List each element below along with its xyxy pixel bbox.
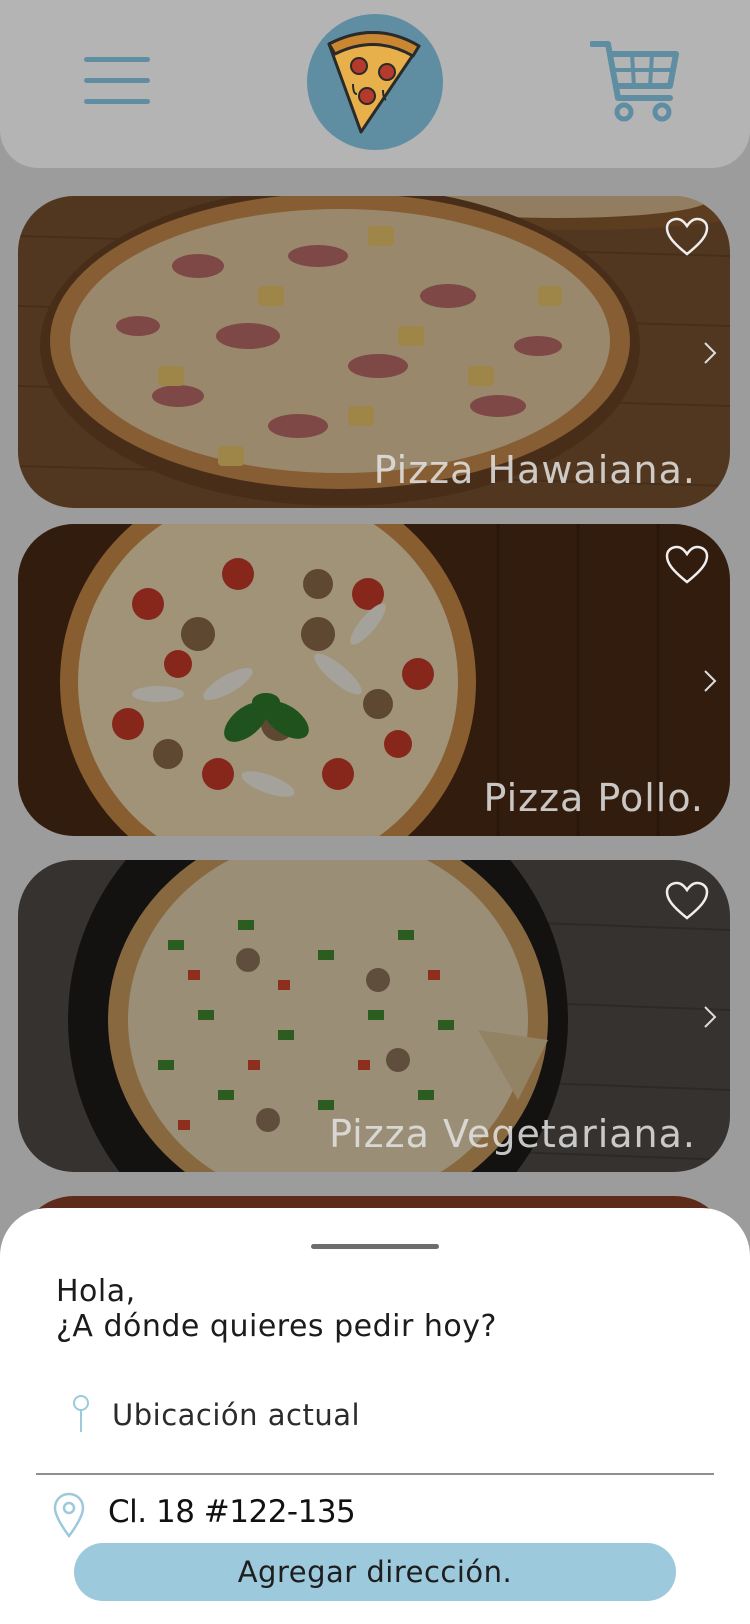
pizza-card-hawaiana[interactable]: Pizza Hawaiana.	[18, 196, 730, 508]
greeting-text: Hola, ¿A dónde quieres pedir hoy?	[56, 1274, 497, 1344]
pizza-slice-logo	[307, 14, 443, 150]
shopping-cart-icon[interactable]	[589, 38, 680, 124]
favorite-heart-icon[interactable]	[664, 880, 710, 922]
location-pin-icon	[73, 1395, 89, 1432]
map-marker-icon	[53, 1492, 85, 1538]
pizza-card-pollo[interactable]: Pizza Pollo.	[18, 524, 730, 836]
pizza-card-title: Pizza Vegetariana.	[329, 1112, 696, 1156]
divider	[36, 1473, 714, 1475]
app-header	[0, 0, 750, 168]
sheet-drag-handle[interactable]	[311, 1244, 439, 1249]
hamburger-menu-icon[interactable]	[84, 57, 150, 107]
favorite-heart-icon[interactable]	[664, 216, 710, 258]
pizza-card-title: Pizza Hawaiana.	[373, 448, 696, 492]
chevron-right-icon[interactable]	[702, 340, 718, 366]
location-bottom-sheet: Hola, ¿A dónde quieres pedir hoy? Ubicac…	[0, 1208, 750, 1624]
pizza-card-title: Pizza Pollo.	[483, 776, 704, 820]
current-location-option[interactable]: Ubicación actual	[66, 1394, 706, 1446]
favorite-heart-icon[interactable]	[664, 544, 710, 586]
greeting-line-2: ¿A dónde quieres pedir hoy?	[56, 1309, 497, 1344]
chevron-right-icon[interactable]	[702, 668, 718, 694]
chevron-right-icon[interactable]	[702, 1004, 718, 1030]
saved-address-option[interactable]: Cl. 18 #122-135	[52, 1490, 692, 1544]
pizza-card-vegetariana[interactable]: Pizza Vegetariana.	[18, 860, 730, 1172]
add-address-button[interactable]: Agregar dirección.	[74, 1543, 676, 1601]
current-location-label: Ubicación actual	[112, 1398, 361, 1432]
greeting-line-1: Hola,	[56, 1274, 136, 1309]
saved-address-text: Cl. 18 #122-135	[108, 1494, 356, 1530]
